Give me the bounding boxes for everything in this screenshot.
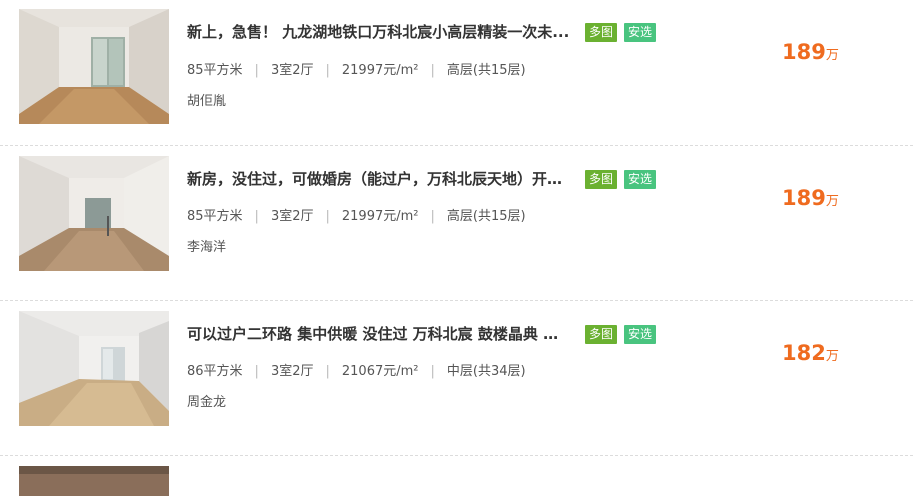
listing-unit-price: 21997元/m² — [341, 209, 419, 224]
agent-name[interactable]: 胡佢胤 — [187, 93, 226, 111]
price-unit: 万 — [825, 349, 839, 364]
listing-list: 新上，急售！ 九龙湖地铁口万科北宸小高层精装一次未... 多图 安选 85平方米… — [0, 0, 913, 496]
listing-photo[interactable] — [19, 311, 169, 426]
listing-area: 85平方米 — [187, 209, 243, 224]
listing-price: 189万 — [782, 186, 839, 210]
price-unit: 万 — [825, 194, 839, 209]
listing-floor: 高层(共15层) — [446, 63, 526, 78]
listing-item[interactable]: 新上，急售！ 九龙湖地铁口万科北宸小高层精装一次未... 多图 安选 85平方米… — [0, 0, 913, 146]
price-value: 182 — [782, 341, 826, 365]
meta-divider: | — [430, 63, 435, 78]
listing-floor: 中层(共34层) — [446, 364, 526, 379]
agent-name[interactable]: 李海洋 — [187, 239, 226, 257]
price-value: 189 — [782, 40, 826, 64]
listing-unit-price: 21067元/m² — [341, 364, 419, 379]
price-unit: 万 — [825, 48, 839, 63]
meta-divider: | — [430, 209, 435, 224]
meta-divider: | — [254, 209, 259, 224]
listing-meta: 85平方米 | 3室2厅 | 21997元/m² | 高层(共15层) — [187, 208, 526, 226]
listing-item[interactable]: 新房，没住过，可做婚房（能过户，万科北辰天地）开发... 多图 安选 85平方米… — [0, 146, 913, 301]
listing-item[interactable]: 可以过户二环路 集中供暖 没住过 万科北宸 鼓楼晶典 米... 多图 安选 86… — [0, 301, 913, 456]
listing-layout: 3室2厅 — [270, 364, 314, 379]
listing-photo[interactable] — [19, 466, 169, 496]
listing-area: 86平方米 — [187, 364, 243, 379]
listing-price: 189万 — [782, 40, 839, 64]
tag-multi-photo: 多图 — [585, 23, 618, 42]
tag-safe-select: 安选 — [624, 325, 657, 344]
meta-divider: | — [430, 364, 435, 379]
price-value: 189 — [782, 186, 826, 210]
listing-title[interactable]: 新上，急售！ 九龙湖地铁口万科北宸小高层精装一次未... — [187, 21, 572, 43]
listing-unit-price: 21997元/m² — [341, 63, 419, 78]
listing-price: 182万 — [782, 341, 839, 365]
listing-layout: 3室2厅 — [270, 209, 314, 224]
listing-title[interactable]: 可以过户二环路 集中供暖 没住过 万科北宸 鼓楼晶典 米... — [187, 323, 572, 345]
listing-title[interactable]: 新房，没住过，可做婚房（能过户，万科北辰天地）开发... — [187, 168, 572, 190]
listing-area: 85平方米 — [187, 63, 243, 78]
tag-safe-select: 安选 — [624, 23, 657, 42]
listing-item[interactable] — [0, 456, 913, 496]
tag-safe-select: 安选 — [624, 170, 657, 189]
meta-divider: | — [325, 63, 330, 78]
meta-divider: | — [254, 364, 259, 379]
tag-multi-photo: 多图 — [585, 325, 618, 344]
listing-photo[interactable] — [19, 156, 169, 271]
listing-photo[interactable] — [19, 9, 169, 124]
listing-meta: 86平方米 | 3室2厅 | 21067元/m² | 中层(共34层) — [187, 363, 526, 381]
listing-meta: 85平方米 | 3室2厅 | 21997元/m² | 高层(共15层) — [187, 62, 526, 80]
meta-divider: | — [325, 364, 330, 379]
meta-divider: | — [254, 63, 259, 78]
listing-floor: 高层(共15层) — [446, 209, 526, 224]
meta-divider: | — [325, 209, 330, 224]
listing-layout: 3室2厅 — [270, 63, 314, 78]
agent-name[interactable]: 周金龙 — [187, 394, 226, 412]
tag-multi-photo: 多图 — [585, 170, 618, 189]
